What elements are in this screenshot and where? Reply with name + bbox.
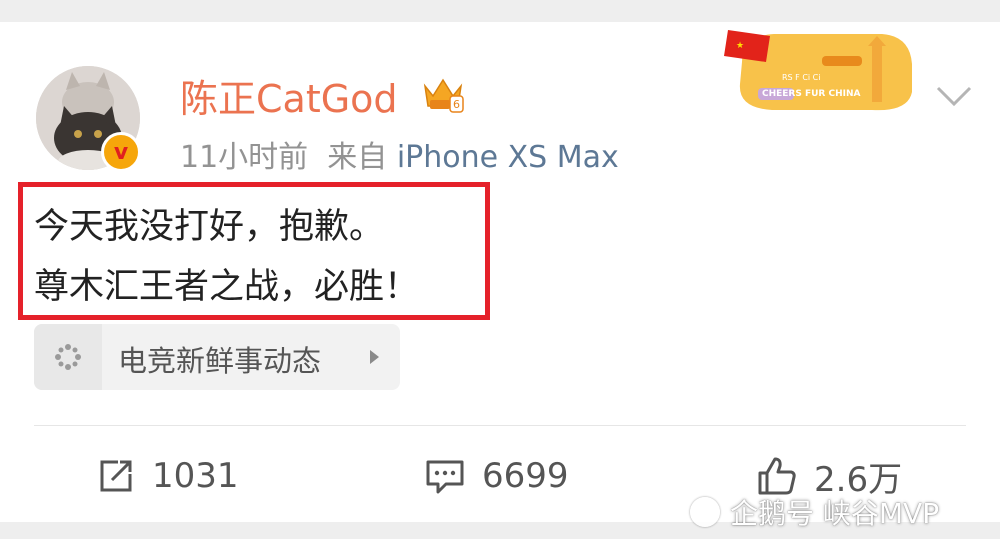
comment-count: 6699 [482, 456, 569, 496]
source-prefix: 来自 [327, 140, 388, 175]
post-body: 今天我没打好，抱歉。 尊木汇王者之战，必胜！ [34, 197, 419, 317]
banner-line1: RS F Ci Ci [782, 73, 820, 82]
post-body-line2: 尊木汇王者之战，必胜！ [34, 267, 420, 307]
post-body-line1: 今天我没打好，抱歉。 [34, 207, 385, 247]
divider [34, 425, 966, 426]
repost-count: 1031 [152, 456, 239, 496]
svg-text:6: 6 [453, 98, 460, 111]
verified-badge-icon: v [101, 132, 141, 172]
crown-icon[interactable]: 6 [422, 74, 464, 114]
post-meta: 11小时前 来自 iPhone XS Max [180, 132, 619, 176]
topic-link[interactable]: 电竞新鲜事动态 [34, 324, 400, 390]
watermark-text: 企鹅号 峡谷MVP [730, 497, 940, 530]
source-device-link[interactable]: iPhone XS Max [397, 140, 619, 175]
topic-icon [34, 324, 102, 390]
comment-button[interactable]: 6699 [424, 452, 569, 500]
banner-line2: CHEERS FUR CHINA [762, 89, 861, 99]
chevron-right-icon [370, 350, 379, 364]
svg-text:★: ★ [736, 41, 744, 51]
cheers-china-badge: ★ RS F Ci Ci CHEERS FUR CHINA [724, 30, 912, 111]
penguin-icon [690, 497, 720, 527]
repost-icon [100, 460, 132, 492]
post-time: 11小时前 [180, 140, 309, 175]
watermark: 企鹅号 峡谷MVP [690, 492, 939, 532]
weibo-post-card: v 陈正CatGod 6 11小时前 来自 iPhone XS Max ★ RS… [0, 22, 1000, 530]
like-icon [758, 457, 796, 495]
repost-button[interactable]: 1031 [96, 452, 239, 500]
chevron-down-icon[interactable] [932, 80, 976, 110]
username[interactable]: 陈正CatGod [180, 68, 398, 123]
topic-label: 电竞新鲜事动态 [118, 344, 322, 378]
comment-icon [426, 460, 464, 494]
